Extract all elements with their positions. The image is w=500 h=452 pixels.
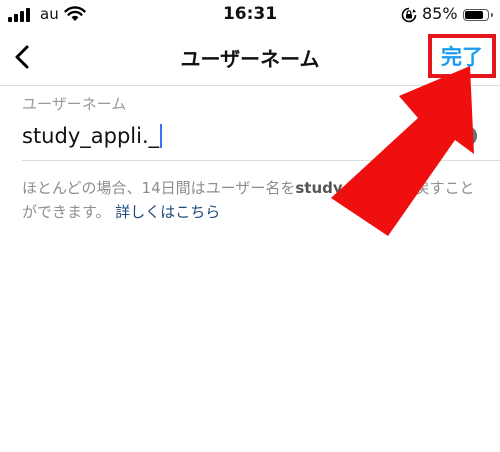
battery-icon (463, 9, 493, 21)
help-text: ほとんどの場合、14日間はユーザー名をstudy_appli_に戻すことができま… (22, 176, 482, 224)
clear-icon[interactable] (457, 126, 477, 146)
orientation-lock-icon (401, 7, 417, 23)
text-caret (160, 124, 163, 148)
nav-bar: ユーザーネーム 完了 (0, 30, 500, 86)
username-value: study_appli._ (22, 124, 160, 148)
help-username: study_appli_ (295, 179, 400, 197)
page-title: ユーザーネーム (180, 47, 320, 71)
done-button[interactable]: 完了 (428, 34, 496, 78)
status-bar: au 16:31 85% (0, 0, 500, 30)
learn-more-link[interactable]: 詳しくはこちら (115, 203, 220, 221)
help-text-prefix: ほとんどの場合、14日間はユーザー名を (22, 179, 296, 197)
username-input[interactable]: study_appli._ (22, 124, 163, 148)
battery-percent: 85% (422, 4, 458, 23)
field-divider (22, 160, 500, 161)
field-label: ユーザーネーム (22, 95, 127, 113)
